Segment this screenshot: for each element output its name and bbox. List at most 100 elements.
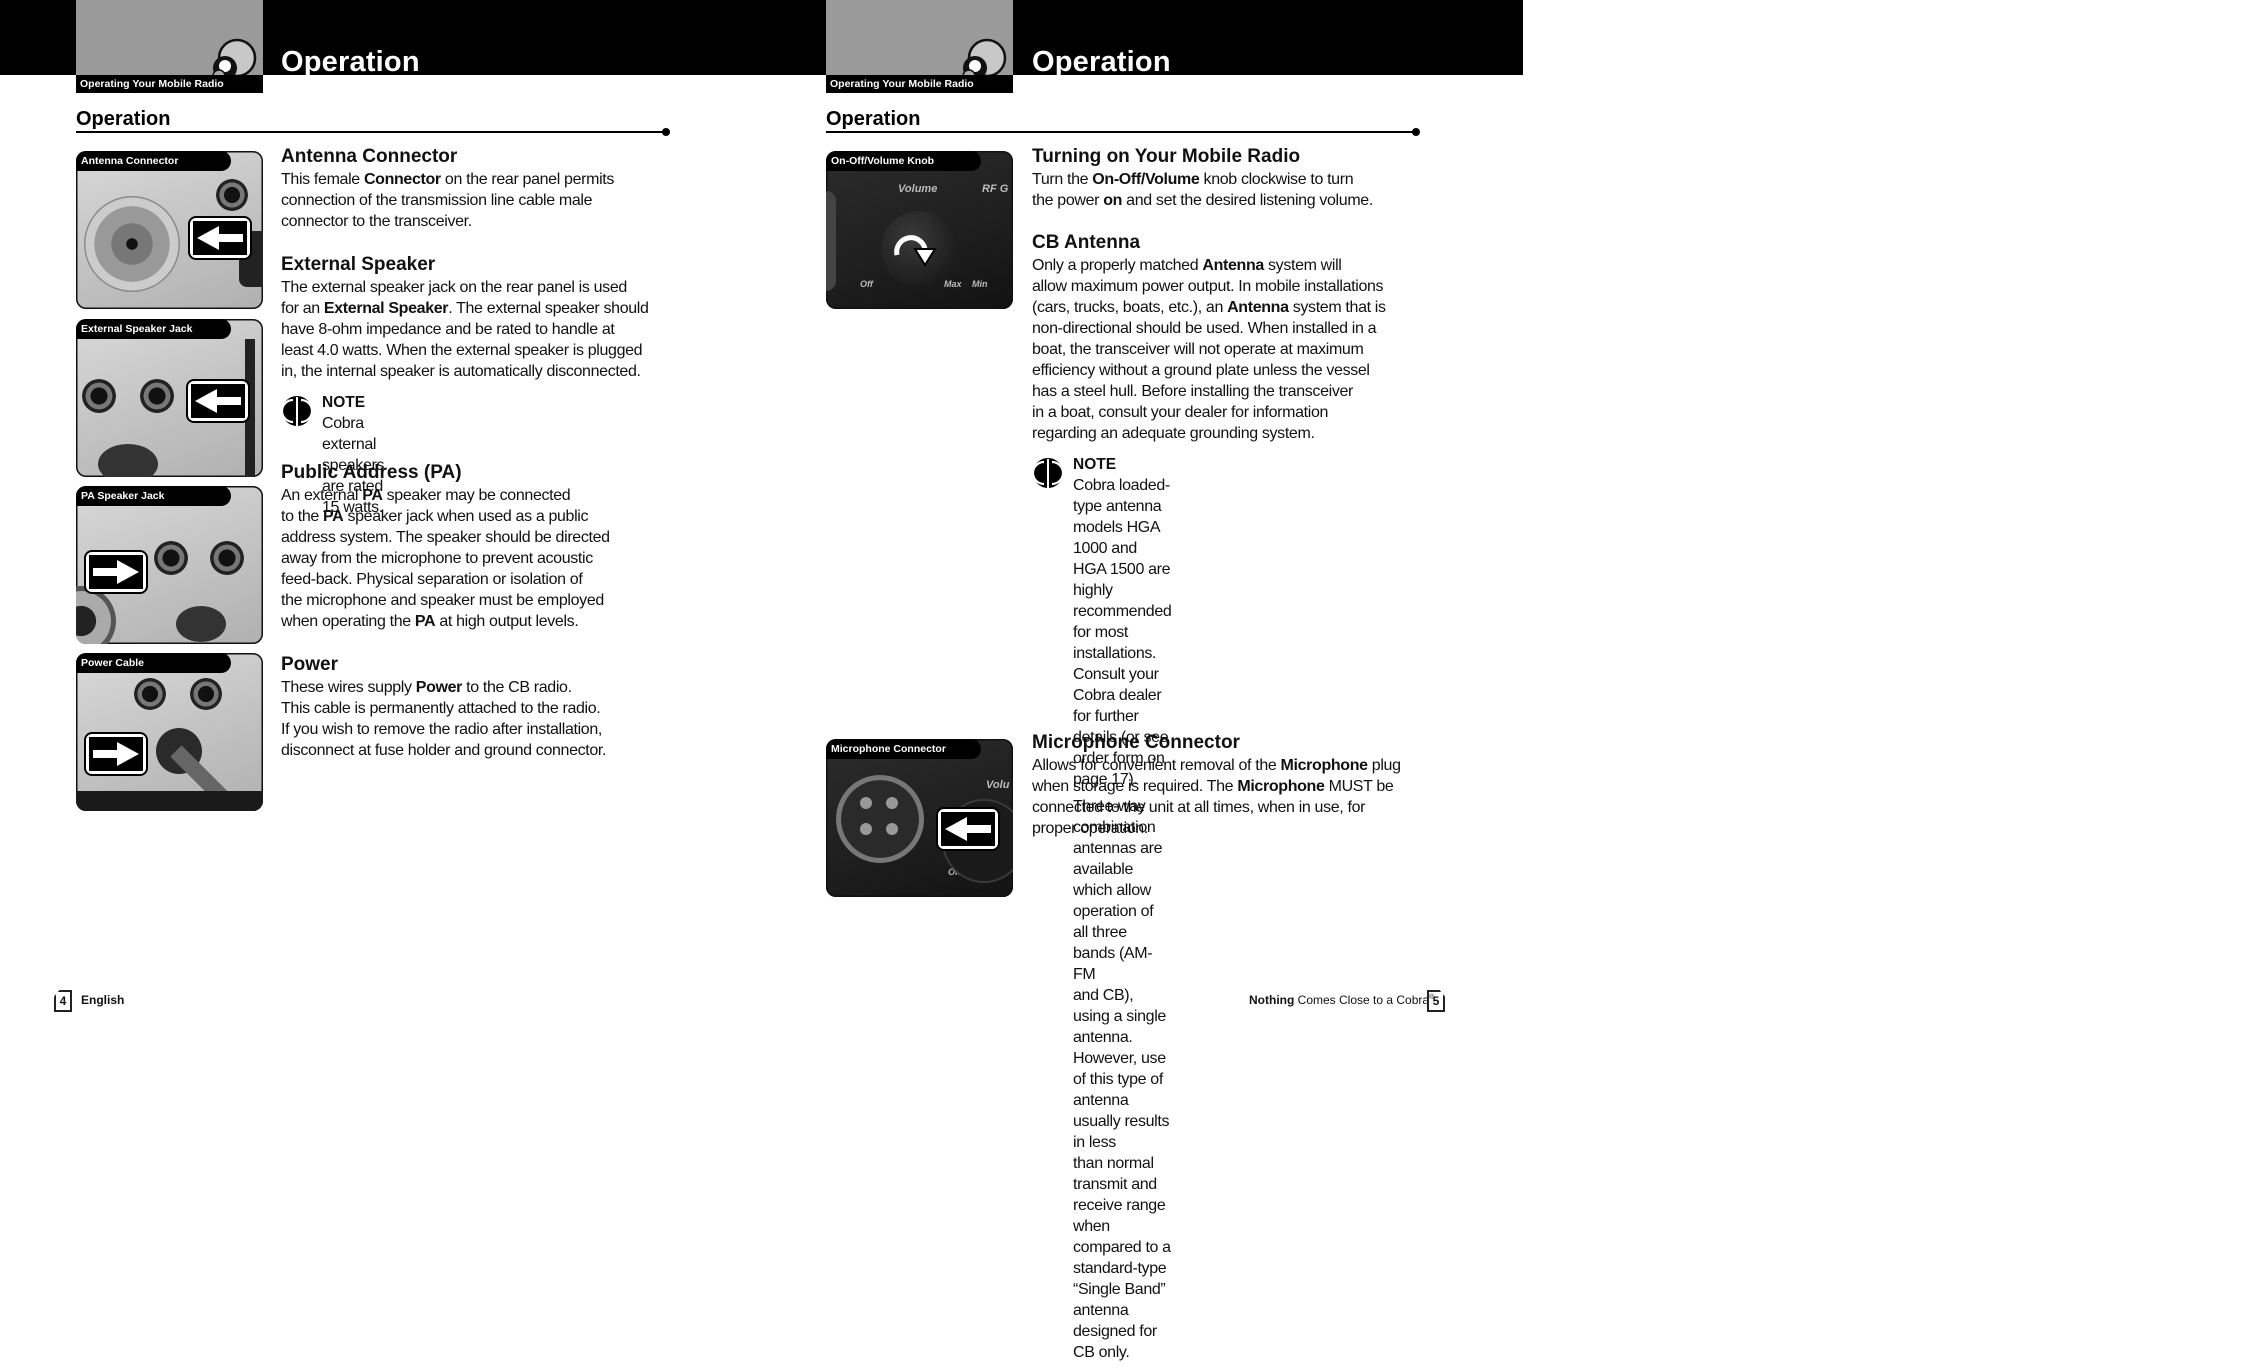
photo-power-cable: Power Cable bbox=[76, 653, 263, 811]
chapter-tab-label: Operating Your Mobile Radio bbox=[826, 75, 1013, 93]
text-line: boat, the transceiver will not operate a… bbox=[1032, 341, 1364, 358]
page-title-left: Operation bbox=[281, 46, 420, 78]
section-body: Allows for convenient removal of the Mic… bbox=[1032, 755, 1401, 839]
photo-volume-knob: On-Off/Volume Knob Volume RF G Off Max M… bbox=[826, 151, 1013, 309]
jack bbox=[216, 179, 248, 211]
footer-language: English bbox=[81, 993, 125, 1007]
section-rule-right bbox=[826, 128, 1420, 136]
text-line: regarding an adequate grounding system. bbox=[1032, 425, 1315, 442]
photo-label: Antenna Connector bbox=[76, 151, 231, 171]
knob-label-volume: Volume bbox=[898, 183, 938, 195]
section-public-address: Public Address (PA) An external PA speak… bbox=[281, 461, 610, 632]
section-title: Power bbox=[281, 654, 339, 675]
section-title: External Speaker bbox=[281, 254, 436, 275]
section-rule-left bbox=[76, 128, 670, 136]
panel-edge bbox=[826, 191, 836, 291]
knob-label-rf: RF G bbox=[982, 183, 1009, 195]
jack bbox=[134, 678, 166, 710]
note-body: Cobra loaded-type antenna models HGA 100… bbox=[1073, 475, 1172, 1369]
jack bbox=[190, 678, 222, 710]
jack bbox=[82, 379, 116, 413]
rule-dot bbox=[662, 128, 670, 136]
photo-label: On-Off/Volume Knob bbox=[826, 151, 981, 171]
section-body: The external speaker jack on the rear pa… bbox=[281, 277, 649, 382]
section-body: An external PA speaker may be connected t… bbox=[281, 485, 610, 632]
text-line: If you wish to remove the radio after in… bbox=[281, 721, 602, 738]
photo-microphone-connector: Microphone Connector Volu Off bbox=[826, 739, 1013, 897]
knob-label-min: Min bbox=[972, 279, 988, 289]
mic-socket bbox=[836, 775, 924, 863]
page-title-right: Operation bbox=[1032, 46, 1171, 78]
left-arrow-icon bbox=[188, 381, 248, 421]
text-line: proper operation. bbox=[1032, 820, 1148, 837]
section-power: Power These wires supply Power to the CB… bbox=[281, 653, 606, 761]
text-line: the power on and set the desired listeni… bbox=[1032, 192, 1373, 209]
chapter-tab-label: Operating Your Mobile Radio bbox=[76, 75, 263, 93]
text-line: disconnect at fuse holder and ground con… bbox=[281, 742, 607, 759]
knob-label-volume: Volu bbox=[986, 779, 1010, 791]
text-line: This female Connector on the rear panel … bbox=[281, 171, 615, 188]
text-line: non-directional should be used. When ins… bbox=[1032, 320, 1377, 337]
text-line: An external PA speaker may be connected bbox=[281, 487, 571, 504]
photo-antenna-connector: Antenna Connector bbox=[76, 151, 263, 309]
page-number-left: 4 bbox=[54, 990, 72, 1012]
text-line: feed-back. Physical separation or isolat… bbox=[281, 571, 583, 588]
antenna-socket bbox=[76, 586, 116, 644]
cable-grommet bbox=[176, 606, 226, 642]
photo-label: Microphone Connector bbox=[826, 739, 981, 759]
section-title: Antenna Connector bbox=[281, 146, 458, 167]
text-line: allow maximum power output. In mobile in… bbox=[1032, 278, 1384, 295]
section-body: This female Connector on the rear panel … bbox=[281, 169, 614, 232]
cable-grommet bbox=[98, 444, 158, 477]
text-line: when operating the PA at high output lev… bbox=[281, 613, 579, 630]
note-title: NOTE bbox=[1073, 456, 1117, 473]
photo-external-speaker-jack: External Speaker Jack bbox=[76, 319, 263, 477]
text-line: the microphone and speaker must be emplo… bbox=[281, 592, 604, 609]
text-line: away from the microphone to prevent acou… bbox=[281, 550, 593, 567]
section-title: Turning on Your Mobile Radio bbox=[1032, 146, 1301, 167]
text-line: connector to the transceiver. bbox=[281, 213, 472, 230]
section-heading-left: Operation bbox=[76, 108, 171, 130]
jack bbox=[154, 541, 188, 575]
photo-label: Power Cable bbox=[76, 653, 231, 673]
text-line: Turn the On-Off/Volume knob clockwise to… bbox=[1032, 171, 1354, 188]
text-line: The external speaker jack on the rear pa… bbox=[281, 279, 627, 296]
note-title: NOTE bbox=[322, 394, 366, 411]
text-line: efficiency without a ground plate unless… bbox=[1032, 362, 1370, 379]
rotate-clockwise-icon bbox=[894, 235, 937, 267]
section-title: CB Antenna bbox=[1032, 232, 1141, 253]
section-title: Public Address (PA) bbox=[281, 462, 462, 483]
chapter-tab-right: Operating Your Mobile Radio bbox=[826, 0, 1013, 93]
right-arrow-icon bbox=[86, 552, 146, 592]
note-icon bbox=[1032, 458, 1064, 489]
jack bbox=[140, 379, 174, 413]
text-line: has a steel hull. Before installing the … bbox=[1032, 383, 1354, 400]
photo-label: External Speaker Jack bbox=[76, 319, 231, 339]
text-line: Only a properly matched Antenna system w… bbox=[1032, 257, 1342, 274]
section-external-speaker: External Speaker The external speaker ja… bbox=[281, 253, 649, 382]
chapter-tab-left: Operating Your Mobile Radio bbox=[76, 0, 263, 93]
section-antenna-connector: Antenna Connector This female Connector … bbox=[281, 145, 614, 232]
jack bbox=[210, 541, 244, 575]
photo-label: PA Speaker Jack bbox=[76, 486, 231, 506]
text-line: These wires supply Power to the CB radio… bbox=[281, 679, 572, 696]
page-number-right: 5 bbox=[1427, 990, 1445, 1012]
text-line: connected to the unit at all times, when… bbox=[1032, 799, 1366, 816]
text-line: have 8-ohm impedance and be rated to han… bbox=[281, 321, 615, 338]
text-line: in, the internal speaker is automaticall… bbox=[281, 363, 641, 380]
section-body: Only a properly matched Antenna system w… bbox=[1032, 255, 1386, 444]
section-cb-antenna: CB Antenna Only a properly matched Anten… bbox=[1032, 231, 1386, 444]
text-line: to the PA speaker jack when used as a pu… bbox=[281, 508, 589, 525]
footer-slogan: Nothing Comes Close to a Cobra® bbox=[1249, 993, 1434, 1007]
right-arrow-icon bbox=[86, 734, 146, 774]
section-heading-right: Operation bbox=[826, 108, 921, 130]
slogan-rest: Comes Close to a Cobra bbox=[1294, 993, 1430, 1007]
text-line: in a boat, consult your dealer for infor… bbox=[1032, 404, 1329, 421]
knob-label-max: Max bbox=[944, 279, 962, 289]
section-body: Turn the On-Off/Volume knob clockwise to… bbox=[1032, 169, 1373, 211]
text-line: Allows for convenient removal of the Mic… bbox=[1032, 757, 1401, 774]
note-paragraph: Three-way combination antennas are avail… bbox=[1073, 798, 1171, 1361]
section-turning-on: Turning on Your Mobile Radio Turn the On… bbox=[1032, 145, 1373, 211]
text-line: least 4.0 watts. When the external speak… bbox=[281, 342, 643, 359]
knob-label-off: Off bbox=[860, 279, 873, 289]
